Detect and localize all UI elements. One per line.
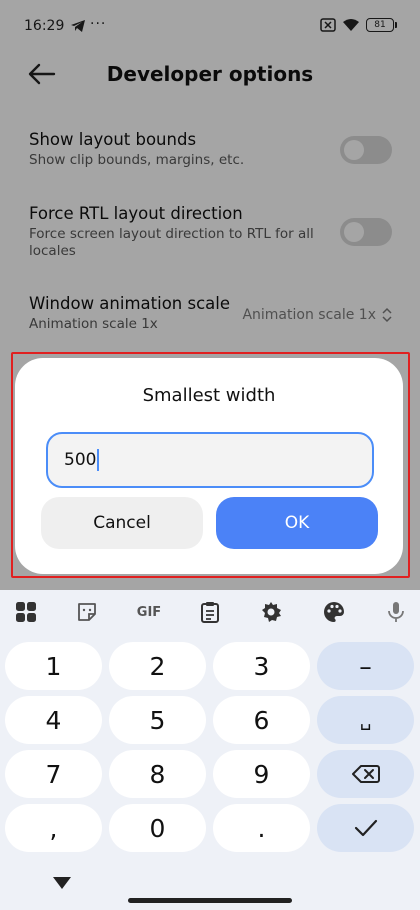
palette-icon[interactable]	[322, 600, 346, 624]
key-7[interactable]: 7	[5, 750, 102, 798]
key-6[interactable]: 6	[213, 696, 310, 744]
home-indicator[interactable]	[128, 898, 292, 903]
key-2[interactable]: 2	[109, 642, 206, 690]
key-3[interactable]: 3	[213, 642, 310, 690]
smallest-width-input[interactable]: 500	[46, 432, 374, 488]
clipboard-icon[interactable]	[198, 600, 222, 624]
key-9[interactable]: 9	[213, 750, 310, 798]
key-done[interactable]: ✓	[317, 804, 414, 852]
microphone-icon[interactable]	[384, 600, 408, 624]
key-4[interactable]: 4	[5, 696, 102, 744]
keyboard-toolbar: GIF	[0, 590, 420, 634]
hide-keyboard-icon[interactable]	[52, 876, 72, 890]
key-minus[interactable]: –	[317, 642, 414, 690]
key-0[interactable]: 0	[109, 804, 206, 852]
checkmark-icon	[354, 819, 377, 837]
numeric-keyboard: GIF 1 2 3 – 4 5 6 ␣ 7 8 9 , 0 .	[0, 590, 420, 910]
key-space[interactable]: ␣	[317, 696, 414, 744]
key-5[interactable]: 5	[109, 696, 206, 744]
gif-icon[interactable]: GIF	[132, 600, 166, 624]
ok-button[interactable]: OK	[216, 497, 378, 549]
key-8[interactable]: 8	[109, 750, 206, 798]
cancel-button[interactable]: Cancel	[41, 497, 203, 549]
input-value: 500	[64, 450, 97, 470]
sticker-icon[interactable]	[75, 600, 99, 624]
key-comma[interactable]: ,	[5, 804, 102, 852]
apps-grid-icon[interactable]	[14, 600, 38, 624]
text-caret	[97, 449, 100, 471]
key-1[interactable]: 1	[5, 642, 102, 690]
backspace-icon	[351, 765, 380, 783]
gear-icon[interactable]	[259, 600, 283, 624]
key-backspace[interactable]: ⌫	[317, 750, 414, 798]
key-period[interactable]: .	[213, 804, 310, 852]
dialog-title: Smallest width	[142, 385, 276, 406]
smallest-width-dialog: Smallest width 500 Cancel OK	[15, 358, 403, 574]
